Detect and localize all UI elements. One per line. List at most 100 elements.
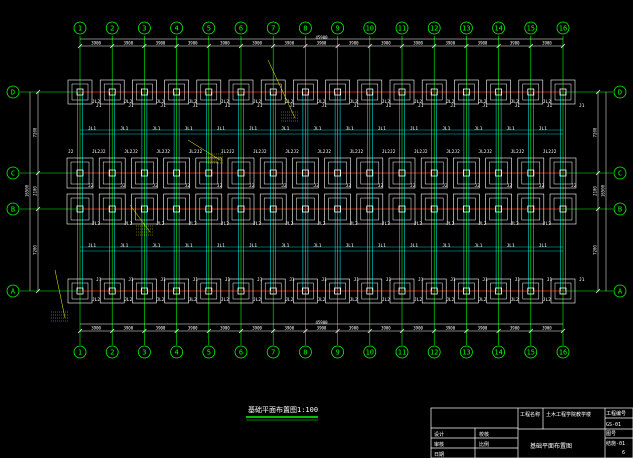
dim-label: 3900 (123, 326, 133, 331)
label-beam-middle: JL2 (543, 297, 551, 303)
label-beam-middle: JL2 (350, 297, 358, 303)
label-beam-middle: JL2 (511, 297, 519, 303)
label-beam-middle: JL2 (317, 149, 325, 155)
dim-label: 3900 (413, 326, 423, 331)
label-beam-middle: JL2 (478, 99, 486, 105)
axis-bubble-label: 12 (430, 25, 438, 33)
label-beam-upper: JL1 (249, 243, 257, 249)
label-footing-middle: J2 (281, 183, 287, 189)
label-beam-middle: JL2 (221, 221, 229, 227)
label-footing-middle: J2 (152, 183, 158, 189)
label-beam-middle: JL2 (317, 99, 325, 105)
label-beam-middle: JL2 (253, 297, 261, 303)
label-beam-middle: JL2 (511, 149, 519, 155)
dim-label: 3900 (542, 41, 552, 46)
label-beam-upper: JL1 (249, 126, 257, 132)
label-beam-middle: JL2 (446, 221, 454, 227)
label-footing-edge: J1 (289, 277, 295, 283)
axis-bubble-label: B (11, 206, 15, 214)
label-footing-middle: J2 (410, 183, 416, 189)
dim-label: 3900 (445, 41, 455, 46)
tb-sheet-value: 结施-01 (606, 440, 625, 447)
dim-label: 3900 (381, 326, 391, 331)
label-beam-middle: JL2 (92, 99, 100, 105)
axis-bubble-label: B (618, 206, 622, 214)
label-beam-upper: JL1 (378, 126, 386, 132)
label-beam-middle: JL2 (382, 149, 390, 155)
label-beam-middle: JL2 (189, 99, 197, 105)
dim-label: 3900 (445, 326, 455, 331)
label-footing-edge: J1 (579, 103, 585, 109)
tb-drawingno-label: 工程编号 (606, 410, 626, 417)
dim-label: 3900 (188, 326, 198, 331)
label-footing-edge: J1 (547, 277, 553, 283)
axis-bubble-label: 4 (174, 349, 178, 357)
label-beam-middle: JL2 (92, 221, 100, 227)
label-beam-upper: JL1 (281, 126, 289, 132)
dim-overall-label: 45900 (315, 35, 328, 40)
plan-title-group: 基础平面布置图 1:100 (246, 405, 318, 421)
axis-bubble-label: 16 (559, 349, 567, 357)
dim-label: 3900 (284, 41, 294, 46)
label-footing-middle: J2 (551, 149, 557, 155)
label-footing-edge: J1 (321, 277, 327, 283)
axis-bubble-label: 2 (110, 349, 114, 357)
dim-label-side: 2100 (593, 186, 598, 196)
axis-bubble-label: 13 (462, 349, 470, 357)
label-beam-upper: JL1 (152, 243, 160, 249)
label-beam-upper: JL1 (410, 243, 418, 249)
label-beam-upper: JL1 (120, 126, 128, 132)
label-footing-middle: J2 (326, 149, 332, 155)
label-beam-middle: JL2 (446, 149, 454, 155)
label-beam-upper: JL1 (410, 126, 418, 132)
label-beam-middle: JL2 (285, 149, 293, 155)
label-beam-middle: JL2 (189, 297, 197, 303)
tb-project-value: 土木工程学院教学楼 (546, 411, 591, 418)
label-beam-upper: JL1 (507, 243, 515, 249)
dim-label: 3900 (317, 326, 327, 331)
label-beam-middle: JL2 (189, 149, 197, 155)
label-footing-middle: J2 (132, 149, 138, 155)
tb-project-label: 工程名称 (520, 411, 540, 418)
label-beam-middle: JL2 (124, 221, 132, 227)
label-footing-middle: J2 (390, 149, 396, 155)
label-beam-middle: JL2 (221, 297, 229, 303)
label-beam-upper: JL1 (185, 126, 193, 132)
axis-bubble-label: 3 (142, 349, 146, 357)
label-beam-middle: JL2 (92, 149, 100, 155)
axis-bubble-label: 4 (174, 25, 178, 33)
axis-bubble-label: 1 (78, 349, 82, 357)
label-beam-middle: JL2 (414, 221, 422, 227)
label-beam-middle: JL2 (478, 297, 486, 303)
label-beam-middle: JL2 (511, 221, 519, 227)
label-footing-middle: J2 (100, 149, 106, 155)
label-beam-middle: JL2 (446, 99, 454, 105)
tb-row2-left: 审核 (434, 441, 444, 448)
dim-label: 3900 (123, 41, 133, 46)
dim-overall-label: 45900 (315, 320, 328, 325)
label-beam-upper: JL1 (313, 126, 321, 132)
label-footing-middle: J2 (68, 149, 74, 155)
cad-drawing-canvas: 1122334455667788991010111112121313141415… (0, 0, 633, 458)
label-footing-middle: J2 (261, 149, 267, 155)
label-beam-middle: JL2 (543, 149, 551, 155)
label-beam-upper: JL1 (88, 126, 96, 132)
label-footing-middle: J2 (346, 183, 352, 189)
label-beam-upper: JL1 (474, 243, 482, 249)
label-footing-middle: J2 (507, 183, 513, 189)
label-footing-middle: J2 (197, 149, 203, 155)
label-beam-middle: JL2 (414, 297, 422, 303)
label-footing-middle: J2 (454, 149, 460, 155)
label-beam-upper: JL1 (217, 243, 225, 249)
label-footing-middle: J2 (487, 149, 493, 155)
dim-label-side: 7200 (593, 245, 598, 255)
dim-label: 3900 (478, 41, 488, 46)
dim-label: 3900 (381, 41, 391, 46)
dim-label: 3900 (156, 41, 166, 46)
dim-label: 3900 (478, 326, 488, 331)
label-footing-middle: J2 (474, 183, 480, 189)
label-footing-middle: J2 (249, 183, 255, 189)
label-beam-middle: JL2 (317, 297, 325, 303)
dim-label: 3900 (413, 41, 423, 46)
label-footing-edge: J1 (128, 277, 134, 283)
